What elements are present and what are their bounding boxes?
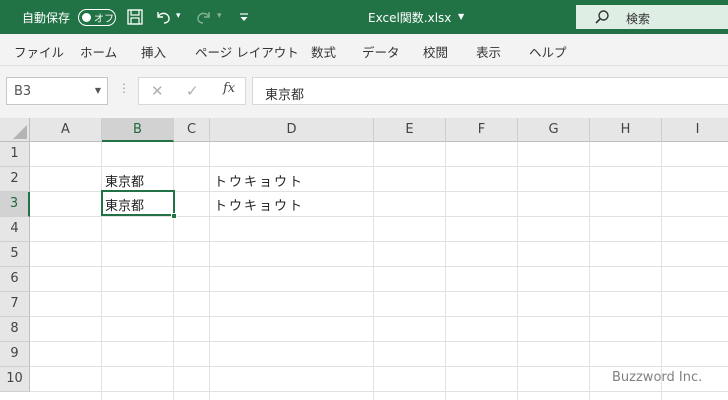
column-header-h[interactable]: H [590, 118, 662, 142]
tab-home[interactable]: ホーム [80, 42, 117, 61]
more-options-icon[interactable]: ⋮ [118, 81, 130, 95]
name-box-value: B3 [14, 84, 32, 99]
search-input[interactable]: 検索 [626, 10, 650, 27]
insert-function-icon[interactable]: fx [223, 81, 235, 96]
redo-dropdown-icon[interactable]: ▾ [217, 11, 222, 21]
formula-text: 東京都 [265, 88, 305, 103]
gridline [589, 142, 590, 400]
search-box[interactable]: 検索 [576, 5, 728, 29]
formula-bar: B3 ▼ ⋮ ✕ ✓ fx 東京都 [0, 66, 728, 118]
gridline [445, 142, 446, 400]
row-header-10[interactable]: 10 [0, 367, 30, 392]
formula-input[interactable]: 東京都 [252, 77, 728, 105]
ribbon-tabs: ファイル ホーム 挿入 ページ レイアウト 数式 データ 校閲 表示 ヘルプ [0, 34, 728, 66]
autosave-label: 自動保存 [22, 11, 71, 25]
gridline [30, 291, 728, 292]
column-header-e[interactable]: E [374, 118, 446, 142]
column-header-i[interactable]: I [662, 118, 728, 142]
row-header-3[interactable]: 3 [0, 192, 30, 217]
autosave-toggle[interactable]: オフ [78, 9, 116, 26]
cell-d3[interactable]: トウキョウト [214, 195, 304, 214]
row-header-5[interactable]: 5 [0, 242, 30, 267]
gridline [30, 391, 728, 392]
tab-view[interactable]: 表示 [476, 42, 501, 61]
file-title-dropdown-icon[interactable]: ▼ [458, 12, 464, 21]
select-all-button[interactable] [0, 118, 30, 142]
tab-review[interactable]: 校閲 [423, 42, 448, 61]
gridline [30, 216, 728, 217]
undo-icon[interactable] [154, 8, 172, 26]
active-cell-border [101, 190, 175, 216]
row-header-8[interactable]: 8 [0, 317, 30, 342]
cancel-icon[interactable]: ✕ [151, 82, 164, 100]
tab-file[interactable]: ファイル [14, 42, 64, 61]
toggle-knob [82, 12, 91, 22]
gridline [209, 142, 210, 400]
gridline [661, 142, 662, 400]
save-icon[interactable] [126, 8, 144, 26]
autosave-state: オフ [94, 14, 114, 25]
watermark: Buzzword Inc. [612, 370, 703, 385]
column-header-d[interactable]: D [210, 118, 374, 142]
name-box-dropdown-icon[interactable]: ▼ [95, 86, 101, 95]
column-header-f[interactable]: F [446, 118, 518, 142]
cell-b2[interactable]: 東京都 [105, 171, 144, 190]
column-header-a[interactable]: A [30, 118, 102, 142]
tab-insert[interactable]: 挿入 [141, 42, 166, 61]
row-header-9[interactable]: 9 [0, 342, 30, 367]
enter-icon[interactable]: ✓ [186, 82, 199, 100]
title-bar: 自動保存 オフ ▾ ▾ Excel関数.xlsx ▼ 検索 [0, 0, 728, 34]
gridline [373, 142, 374, 400]
customize-quick-access-icon[interactable] [235, 8, 253, 26]
gridline [173, 142, 174, 400]
column-header-c[interactable]: C [174, 118, 210, 142]
row-header-6[interactable]: 6 [0, 267, 30, 292]
row-header-2[interactable]: 2 [0, 167, 30, 192]
file-title[interactable]: Excel関数.xlsx [368, 9, 451, 26]
gridline [30, 366, 728, 367]
gridline [30, 316, 728, 317]
row-header-1[interactable]: 1 [0, 142, 30, 167]
column-header-g[interactable]: G [518, 118, 590, 142]
cell-d2[interactable]: トウキョウト [214, 171, 304, 190]
search-icon [594, 9, 610, 25]
row-header-4[interactable]: 4 [0, 217, 30, 242]
formula-buttons: ✕ ✓ fx [138, 77, 246, 105]
worksheet-grid: A B C D E F G H I 1 2 3 4 5 6 7 8 9 10 東… [0, 118, 728, 400]
tab-formulas[interactable]: 数式 [311, 42, 336, 61]
gridline [30, 341, 728, 342]
gridline [30, 241, 728, 242]
gridline [30, 266, 728, 267]
gridline [517, 142, 518, 400]
row-header-7[interactable]: 7 [0, 292, 30, 317]
redo-icon[interactable] [195, 8, 213, 26]
gridline [101, 142, 102, 400]
column-header-b[interactable]: B [102, 118, 174, 142]
fill-handle[interactable] [171, 213, 177, 219]
name-box[interactable]: B3 ▼ [6, 77, 108, 105]
tab-help[interactable]: ヘルプ [529, 42, 567, 61]
undo-dropdown-icon[interactable]: ▾ [176, 11, 181, 21]
gridline [30, 166, 728, 167]
tab-page-layout[interactable]: ページ レイアウト [195, 42, 299, 61]
tab-data[interactable]: データ [362, 42, 400, 61]
